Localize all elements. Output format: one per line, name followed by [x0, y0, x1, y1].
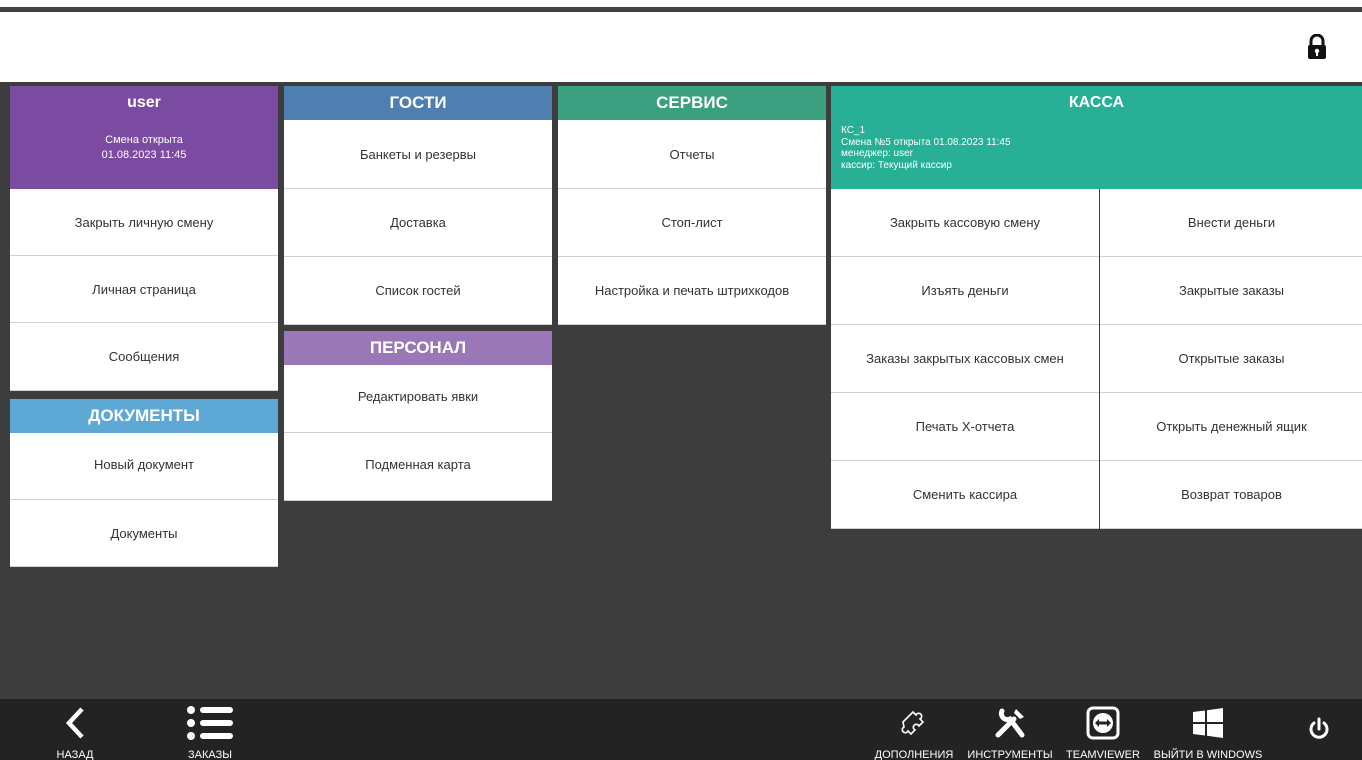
shift-time: 01.08.2023 11:45	[101, 149, 187, 161]
delivery-button[interactable]: Доставка	[284, 189, 552, 257]
new-document-button[interactable]: Новый документ	[10, 433, 278, 500]
kassa-header: КАССА КС_1 Смена №5 открыта 01.08.2023 1…	[831, 86, 1362, 189]
substitute-card-button[interactable]: Подменная карта	[284, 433, 552, 501]
staff-header: ПЕРСОНАЛ	[284, 331, 552, 365]
guest-list-button[interactable]: Список гостей	[284, 257, 552, 325]
back-label: НАЗАД	[56, 749, 94, 760]
spacer	[10, 391, 278, 399]
documents-button[interactable]: Документы	[10, 500, 278, 567]
kassa-cashier: кассир: Текущий кассир	[841, 159, 952, 171]
closed-orders-button[interactable]: Закрытые заказы	[1100, 257, 1362, 325]
change-cashier-button[interactable]: Сменить кассира	[831, 461, 1099, 529]
tools-label: ИНСТРУМЕНТЫ	[967, 749, 1053, 760]
user-name: user	[127, 94, 161, 111]
stop-list-button[interactable]: Стоп-лист	[558, 189, 826, 257]
withdraw-money-button[interactable]: Изъять деньги	[831, 257, 1099, 325]
closed-shift-orders-button[interactable]: Заказы закрытых кассовых смен	[831, 325, 1099, 393]
kassa-column: КАССА КС_1 Смена №5 открыта 01.08.2023 1…	[831, 86, 1362, 529]
exit-windows-button[interactable]: ВЫЙТИ В WINDOWS	[1150, 703, 1266, 760]
teamviewer-icon	[1086, 706, 1120, 740]
lock-icon[interactable]	[1306, 34, 1328, 60]
barcode-settings-button[interactable]: Настройка и печать штрихкодов	[558, 257, 826, 325]
shift-status-text: Смена открыта	[105, 134, 183, 146]
print-x-report-button[interactable]: Печать X-отчета	[831, 393, 1099, 461]
power-icon	[1309, 717, 1329, 739]
banquets-button[interactable]: Банкеты и резервы	[284, 120, 552, 189]
bottom-bar: НАЗАД ЗАКАЗЫ ДОПОЛНЕНИЯ ИНСТРУМЕНТЫ TEAM…	[0, 699, 1362, 760]
messages-button[interactable]: Сообщения	[10, 323, 278, 391]
exit-windows-label: ВЫЙТИ В WINDOWS	[1153, 749, 1263, 760]
addons-button[interactable]: ДОПОЛНЕНИЯ	[872, 703, 956, 760]
windows-icon	[1193, 708, 1223, 738]
open-orders-button[interactable]: Открытые заказы	[1100, 325, 1362, 393]
deposit-money-button[interactable]: Внести деньги	[1100, 189, 1362, 257]
kassa-grid: Закрыть кассовую смену Внести деньги Изъ…	[831, 189, 1362, 529]
orders-label: ЗАКАЗЫ	[188, 749, 232, 760]
tools-icon	[995, 708, 1025, 738]
orders-button[interactable]: ЗАКАЗЫ	[175, 703, 245, 760]
teamviewer-label: TEAMVIEWER	[1066, 749, 1140, 760]
user-header: user Смена открыта 01.08.2023 11:45	[10, 86, 278, 189]
teamviewer-button[interactable]: TEAMVIEWER	[1064, 703, 1142, 760]
close-personal-shift-button[interactable]: Закрыть личную смену	[10, 189, 278, 256]
open-cash-drawer-button[interactable]: Открыть денежный ящик	[1100, 393, 1362, 461]
documents-header: ДОКУМЕНТЫ	[10, 399, 278, 433]
kassa-info: КС_1 Смена №5 открыта 01.08.2023 11:45 м…	[841, 125, 1011, 171]
addons-label: ДОПОЛНЕНИЯ	[874, 749, 954, 760]
top-bar	[0, 12, 1362, 82]
return-goods-button[interactable]: Возврат товаров	[1100, 461, 1362, 529]
tools-button[interactable]: ИНСТРУМЕНТЫ	[964, 703, 1056, 760]
service-column: СЕРВИС Отчеты Стоп-лист Настройка и печа…	[558, 86, 826, 325]
list-icon	[187, 706, 233, 740]
back-icon	[65, 707, 84, 739]
user-column: user Смена открыта 01.08.2023 11:45 Закр…	[10, 86, 278, 567]
power-button[interactable]	[1304, 717, 1334, 744]
shift-status: Смена открыта 01.08.2023 11:45	[10, 133, 278, 163]
puzzle-icon	[901, 710, 925, 736]
kassa-title: КАССА	[1068, 94, 1125, 111]
kassa-shift: Смена №5 открыта 01.08.2023 11:45	[841, 136, 1011, 148]
top-border	[0, 0, 1362, 10]
guests-header: ГОСТИ	[284, 86, 552, 120]
guests-column: ГОСТИ Банкеты и резервы Доставка Список …	[284, 86, 552, 501]
personal-page-button[interactable]: Личная страница	[10, 256, 278, 323]
edit-attendance-button[interactable]: Редактировать явки	[284, 365, 552, 433]
close-cash-shift-button[interactable]: Закрыть кассовую смену	[831, 189, 1099, 257]
kassa-register: КС_1	[841, 125, 866, 136]
reports-button[interactable]: Отчеты	[558, 120, 826, 189]
service-header: СЕРВИС	[558, 86, 826, 120]
kassa-manager: менеджер: user	[841, 148, 913, 159]
back-button[interactable]: НАЗАД	[48, 703, 102, 760]
